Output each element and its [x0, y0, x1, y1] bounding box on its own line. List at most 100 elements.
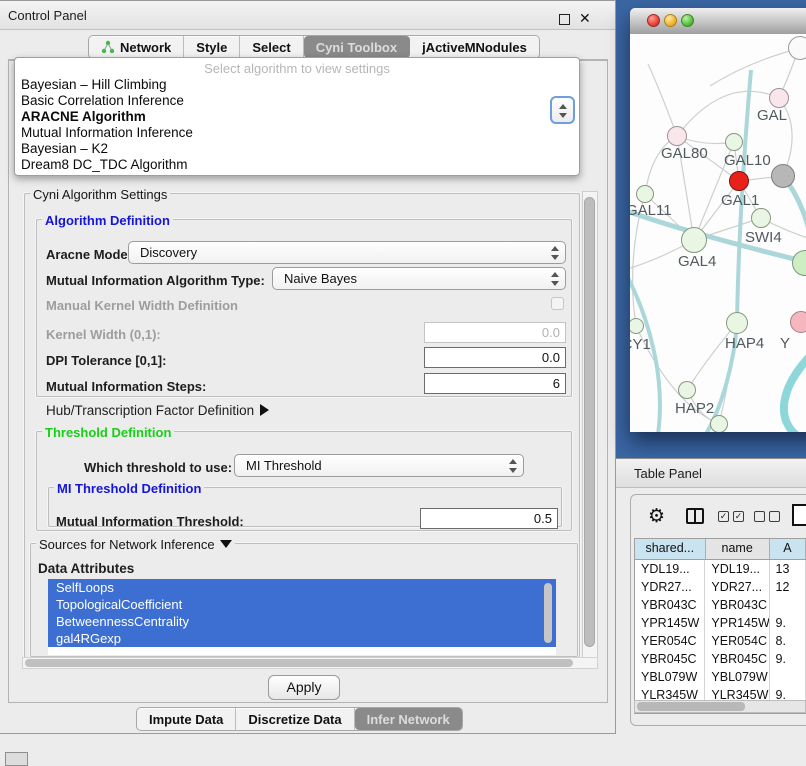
- zoom-traffic-light-icon[interactable]: [681, 14, 694, 27]
- close-traffic-light-icon[interactable]: [647, 14, 660, 27]
- network-node[interactable]: [788, 36, 806, 60]
- network-icon: [101, 40, 115, 54]
- network-node[interactable]: [771, 164, 795, 188]
- network-node-gal80[interactable]: [667, 126, 687, 146]
- hub-definition-label: Hub/Transcription Factor Definition: [46, 403, 254, 418]
- export-table-icon[interactable]: [792, 504, 806, 526]
- algorithm-option-bayesian-hill-climbing[interactable]: Bayesian – Hill Climbing: [21, 77, 167, 92]
- mi-type-combobox[interactable]: Naive Bayes: [272, 267, 566, 290]
- data-attributes-label: Data Attributes: [38, 561, 134, 576]
- settings-hscrollbar-thumb[interactable]: [25, 659, 573, 667]
- node-attribute-table[interactable]: shared...nameAYDL19...YDL19...13YDR27...…: [634, 538, 806, 714]
- table-row[interactable]: YDR27...YDR27...12: [635, 578, 806, 596]
- tab-discretize-data[interactable]: Discretize Data: [236, 708, 354, 730]
- algorithm-option-aracne-algorithm[interactable]: ARACNE Algorithm: [21, 109, 146, 124]
- network-node-gcy1[interactable]: [630, 318, 644, 334]
- bottom-tabs: Impute DataDiscretize DataInfer Network: [136, 707, 463, 731]
- dpi-tolerance-label: DPI Tolerance [0,1]:: [46, 353, 166, 368]
- table-cell: 9.: [770, 650, 806, 668]
- combo-arrows-icon: [558, 104, 567, 118]
- node-label-gal10: GAL10: [724, 152, 771, 169]
- settings-group-title: Cyni Algorithm Settings: [30, 187, 170, 202]
- network-node-gal11[interactable]: [636, 185, 654, 203]
- which-threshold-combobox[interactable]: MI Threshold: [234, 454, 524, 477]
- attribute-item-gal4rgexp[interactable]: gal4RGexp: [48, 630, 556, 647]
- hub-definition-expander[interactable]: Hub/Transcription Factor Definition: [46, 403, 269, 418]
- tab-cyni-toolbox[interactable]: Cyni Toolbox: [304, 36, 410, 58]
- network-node-hap4[interactable]: [726, 312, 748, 334]
- network-node-swi4[interactable]: [751, 208, 771, 228]
- tab-jactivemnodules[interactable]: jActiveMNodules: [410, 36, 539, 58]
- attribute-item-betweennesscentrality[interactable]: BetweennessCentrality: [48, 613, 556, 630]
- tab-network[interactable]: Network: [89, 36, 184, 58]
- table-cell: 13: [770, 560, 806, 578]
- table-panel-title: Table Panel: [634, 466, 702, 481]
- combo-focus-fragment[interactable]: [550, 96, 575, 124]
- table-row[interactable]: YDL19...YDL19...13: [635, 560, 806, 578]
- settings-vscrollbar-thumb[interactable]: [584, 197, 595, 647]
- apply-button[interactable]: Apply: [268, 675, 340, 700]
- table-cell: YBR043C: [635, 596, 705, 614]
- mi-threshold-field[interactable]: 0.5: [420, 508, 558, 529]
- minimized-panel-icon[interactable]: [5, 752, 28, 766]
- mi-threshold-title: MI Threshold Definition: [54, 481, 204, 496]
- algorithm-option-dream8-dc-tdc-algorithm[interactable]: Dream8 DC_TDC Algorithm: [21, 157, 188, 172]
- table-cell: YPR145W: [705, 614, 769, 632]
- sources-title-label: Sources for Network Inference: [39, 537, 215, 552]
- network-node-gal[interactable]: [769, 88, 789, 108]
- tab-style[interactable]: Style: [184, 36, 240, 58]
- tab-label: Network: [120, 40, 171, 55]
- tab-infer-network[interactable]: Infer Network: [355, 708, 462, 730]
- table-row[interactable]: YBR045CYBR045C9.: [635, 650, 806, 668]
- tab-select[interactable]: Select: [240, 36, 303, 58]
- kernel-width-field[interactable]: 0.0: [424, 322, 566, 343]
- attribute-item-selfloops[interactable]: SelfLoops: [48, 579, 556, 596]
- manual-kernel-checkbox[interactable]: [551, 297, 564, 310]
- node-label-gcy1: GCY1: [630, 336, 651, 353]
- network-node[interactable]: [710, 415, 728, 432]
- network-node-gal1[interactable]: [729, 171, 749, 191]
- mi-steps-field[interactable]: 6: [424, 373, 566, 394]
- mi-steps-label: Mutual Information Steps:: [46, 379, 206, 394]
- network-node-gal4[interactable]: [681, 227, 707, 253]
- deselect-all-checkbox-icon[interactable]: [754, 511, 765, 522]
- attribute-item-topologicalcoefficient[interactable]: TopologicalCoefficient: [48, 596, 556, 613]
- network-canvas[interactable]: GALGAL80GAL10GAL1GAL11SWI4GAL4GCY1HAP4YH…: [630, 34, 806, 432]
- table-row[interactable]: YBL079WYBL079W: [635, 668, 806, 686]
- table-row[interactable]: YER054CYER054C8.: [635, 632, 806, 650]
- column-header-a[interactable]: A: [770, 539, 806, 559]
- kernel-width-label: Kernel Width (0,1):: [46, 327, 161, 342]
- dpi-tolerance-field[interactable]: 0.0: [424, 347, 566, 368]
- attributes-list-scrollbar[interactable]: [544, 583, 552, 643]
- column-header-name[interactable]: name: [706, 539, 770, 559]
- close-icon[interactable]: ✕: [579, 10, 591, 27]
- desktop: Control Panel ✕ NetworkStyleSelectCyni T…: [0, 0, 806, 762]
- sources-title[interactable]: Sources for Network Inference: [36, 537, 235, 552]
- table-cell: YPR145W: [635, 614, 705, 632]
- algorithm-option-mutual-information-inference[interactable]: Mutual Information Inference: [21, 125, 193, 140]
- float-window-icon[interactable]: [559, 14, 570, 25]
- aracne-mode-combobox[interactable]: Discovery: [128, 241, 566, 264]
- algorithm-definition-title: Algorithm Definition: [42, 213, 173, 228]
- network-node-gal10[interactable]: [725, 133, 743, 151]
- data-attributes-list[interactable]: SelfLoopsTopologicalCoefficientBetweenne…: [48, 579, 556, 655]
- select-all-checkbox-icon[interactable]: ✓: [718, 511, 729, 522]
- network-node-hap2[interactable]: [678, 381, 696, 399]
- table-row[interactable]: YPR145WYPR145W9.: [635, 614, 806, 632]
- select-all-checkbox-icon[interactable]: ✓: [733, 511, 744, 522]
- column-header-shared[interactable]: shared...: [635, 539, 706, 559]
- network-node-y[interactable]: [790, 311, 806, 333]
- table-row[interactable]: YBR043CYBR043C: [635, 596, 806, 614]
- minimize-traffic-light-icon[interactable]: [664, 14, 677, 27]
- network-node[interactable]: [792, 250, 806, 276]
- algorithm-option-bayesian-k2[interactable]: Bayesian – K2: [21, 141, 108, 156]
- node-label-hap2: HAP2: [675, 400, 714, 417]
- columns-icon[interactable]: [686, 508, 704, 524]
- algorithm-option-basic-correlation-inference[interactable]: Basic Correlation Inference: [21, 93, 184, 108]
- table-hscrollbar-thumb[interactable]: [637, 702, 745, 711]
- expand-arrow-icon: [260, 404, 269, 416]
- tab-impute-data[interactable]: Impute Data: [137, 708, 236, 730]
- tab-label: Cyni Toolbox: [316, 40, 397, 55]
- gear-icon[interactable]: ⚙: [648, 505, 665, 528]
- deselect-all-checkbox-icon[interactable]: [769, 511, 780, 522]
